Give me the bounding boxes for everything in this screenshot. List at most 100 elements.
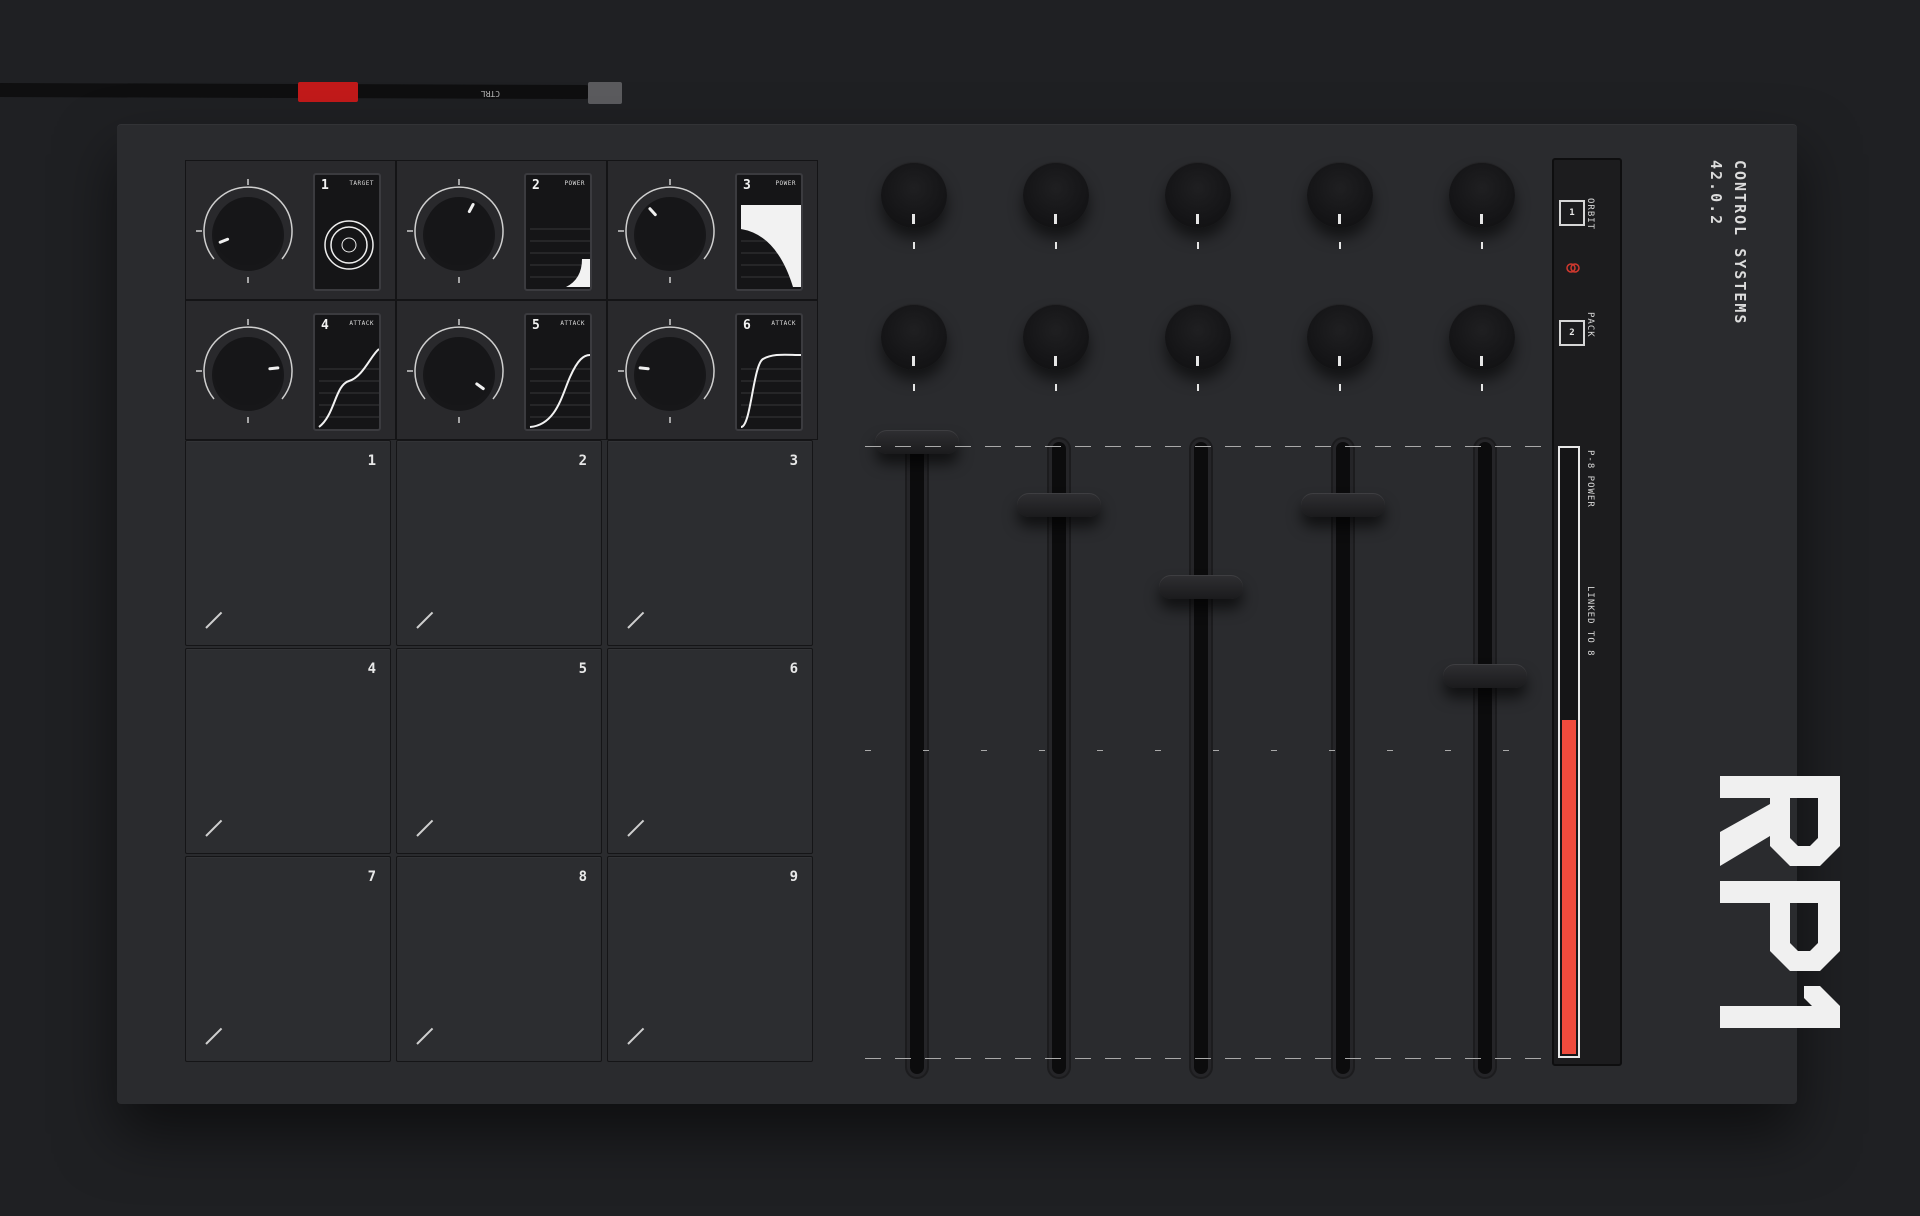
- fader-scale-mark: [925, 446, 941, 447]
- fader-scale-mark: [1285, 446, 1301, 447]
- encoder-knob-4[interactable]: [186, 301, 316, 441]
- fader-scale-mark: [1195, 1058, 1211, 1059]
- rotary-knob-r1-c2[interactable]: [1023, 162, 1089, 249]
- link-icon: [1566, 263, 1580, 273]
- power-meter-fill: [1562, 719, 1576, 1054]
- drum-pad-3[interactable]: 3: [607, 440, 813, 646]
- fader-scale-mark: [1525, 1058, 1541, 1059]
- oled-label: ATTACK: [560, 320, 585, 327]
- fader-scale-mark: [1387, 750, 1393, 751]
- fader-scale-mark: [1329, 750, 1335, 751]
- fader-scale-mark: [925, 1058, 941, 1059]
- fader-scale-mark: [1445, 750, 1451, 751]
- pad-number: 8: [578, 869, 587, 885]
- pad-corner-mark: [205, 611, 223, 629]
- oled-number: 6: [743, 318, 751, 333]
- fader-scale-mark: [1435, 1058, 1451, 1059]
- orbit-button[interactable]: 1: [1559, 200, 1585, 226]
- pad-corner-mark: [416, 819, 434, 837]
- fader-scale-mark: [1225, 446, 1241, 447]
- fader-track-4: [1336, 442, 1350, 1074]
- knob-tick: [1197, 242, 1199, 249]
- rotary-knob-r2-c4[interactable]: [1307, 304, 1373, 391]
- power-meter: [1558, 446, 1580, 1058]
- fader-scale-mark: [1045, 446, 1061, 447]
- fader-scale-mark: [1135, 1058, 1151, 1059]
- fader-track-3: [1194, 442, 1208, 1074]
- pad-corner-mark: [205, 1027, 223, 1045]
- fader-scale-mark: [1097, 750, 1103, 751]
- fader-scale-mark: [865, 1058, 881, 1059]
- pad-number: 9: [789, 869, 798, 885]
- knob-tick: [1055, 242, 1057, 249]
- encoder-knob-1[interactable]: [186, 161, 316, 301]
- knob-tick: [1197, 384, 1199, 391]
- oled-number: 3: [743, 178, 751, 193]
- pad-number: 3: [789, 453, 798, 469]
- oled-number: 4: [321, 318, 329, 333]
- fader-cap-3[interactable]: [1159, 575, 1243, 600]
- encoder-knob-5[interactable]: [397, 301, 527, 441]
- knob-module-3: 3 POWER: [607, 160, 818, 300]
- drum-pad-7[interactable]: 7: [185, 856, 391, 1062]
- rotary-knob-r2-c3[interactable]: [1165, 304, 1231, 391]
- fader-scale-mark: [1495, 446, 1511, 447]
- pack-button[interactable]: 2: [1559, 320, 1585, 346]
- fader-scale-mark: [1435, 446, 1451, 447]
- pad-corner-mark: [627, 819, 645, 837]
- rotary-knob-r1-c1[interactable]: [881, 162, 947, 249]
- fader-cap-2[interactable]: [1017, 493, 1101, 518]
- drum-pad-9[interactable]: 9: [607, 856, 813, 1062]
- fader-scale-mark: [1255, 446, 1271, 447]
- fader-cap-1[interactable]: [875, 430, 959, 454]
- fader-scale-mark: [1465, 1058, 1481, 1059]
- pack-label: PACK: [1585, 312, 1595, 338]
- rotary-knob-r2-c5[interactable]: [1449, 304, 1515, 391]
- fader-scale-mark: [955, 1058, 971, 1059]
- pad-number: 7: [367, 869, 376, 885]
- fader-scale-mark: [1255, 1058, 1271, 1059]
- fader-cap-4[interactable]: [1301, 493, 1385, 518]
- midi-controller: 1 TARGET 2 POWER 3 POWER 4 ATTACK 5 ATTACK 6 ATTACK…: [117, 124, 1840, 1104]
- fader-scale-mark: [1015, 1058, 1031, 1059]
- fader-scale-mark: [985, 446, 1001, 447]
- encoder-knob-3[interactable]: [608, 161, 738, 301]
- drum-pad-5[interactable]: 5: [396, 648, 602, 854]
- fader-scale-mark: [1045, 1058, 1061, 1059]
- fader-scale-mark: [1039, 750, 1045, 751]
- fader-track-1: [910, 442, 924, 1074]
- knob-module-6: 6 ATTACK: [607, 300, 818, 440]
- knob-tick: [1481, 242, 1483, 249]
- brand-version: 42.0.2: [1707, 160, 1725, 227]
- fader-scale-mark: [1405, 1058, 1421, 1059]
- fader-scale-mark: [1375, 446, 1391, 447]
- rotary-knob-r1-c4[interactable]: [1307, 162, 1373, 249]
- drum-pad-6[interactable]: 6: [607, 648, 813, 854]
- drum-pad-8[interactable]: 8: [396, 856, 602, 1062]
- fader-scale-mark: [1495, 1058, 1511, 1059]
- drum-pad-2[interactable]: 2: [396, 440, 602, 646]
- pad-corner-mark: [627, 611, 645, 629]
- rotary-knob-r2-c1[interactable]: [881, 304, 947, 391]
- oled-display-5: 5 ATTACK: [524, 313, 592, 431]
- pad-number: 2: [578, 453, 587, 469]
- drum-pad-1[interactable]: 1: [185, 440, 391, 646]
- rp1-logo: [1720, 776, 1840, 1028]
- rotary-knob-r1-c5[interactable]: [1449, 162, 1515, 249]
- fader-track-2: [1052, 442, 1066, 1074]
- fader-scale-mark: [985, 1058, 1001, 1059]
- knob-tick: [1339, 384, 1341, 391]
- fader-scale-mark: [1165, 446, 1181, 447]
- fader-scale-mark: [865, 750, 871, 751]
- fader-cap-5[interactable]: [1443, 663, 1527, 688]
- knob-tick: [913, 384, 915, 391]
- oled-label: ATTACK: [349, 320, 374, 327]
- usb-cable: CTRL: [0, 82, 622, 104]
- encoder-knob-2[interactable]: [397, 161, 527, 301]
- drum-pad-4[interactable]: 4: [185, 648, 391, 854]
- oled-label: POWER: [775, 180, 796, 187]
- encoder-knob-6[interactable]: [608, 301, 738, 441]
- rotary-knob-r1-c3[interactable]: [1165, 162, 1231, 249]
- rotary-knob-r2-c2[interactable]: [1023, 304, 1089, 391]
- knob-module-2: 2 POWER: [396, 160, 607, 300]
